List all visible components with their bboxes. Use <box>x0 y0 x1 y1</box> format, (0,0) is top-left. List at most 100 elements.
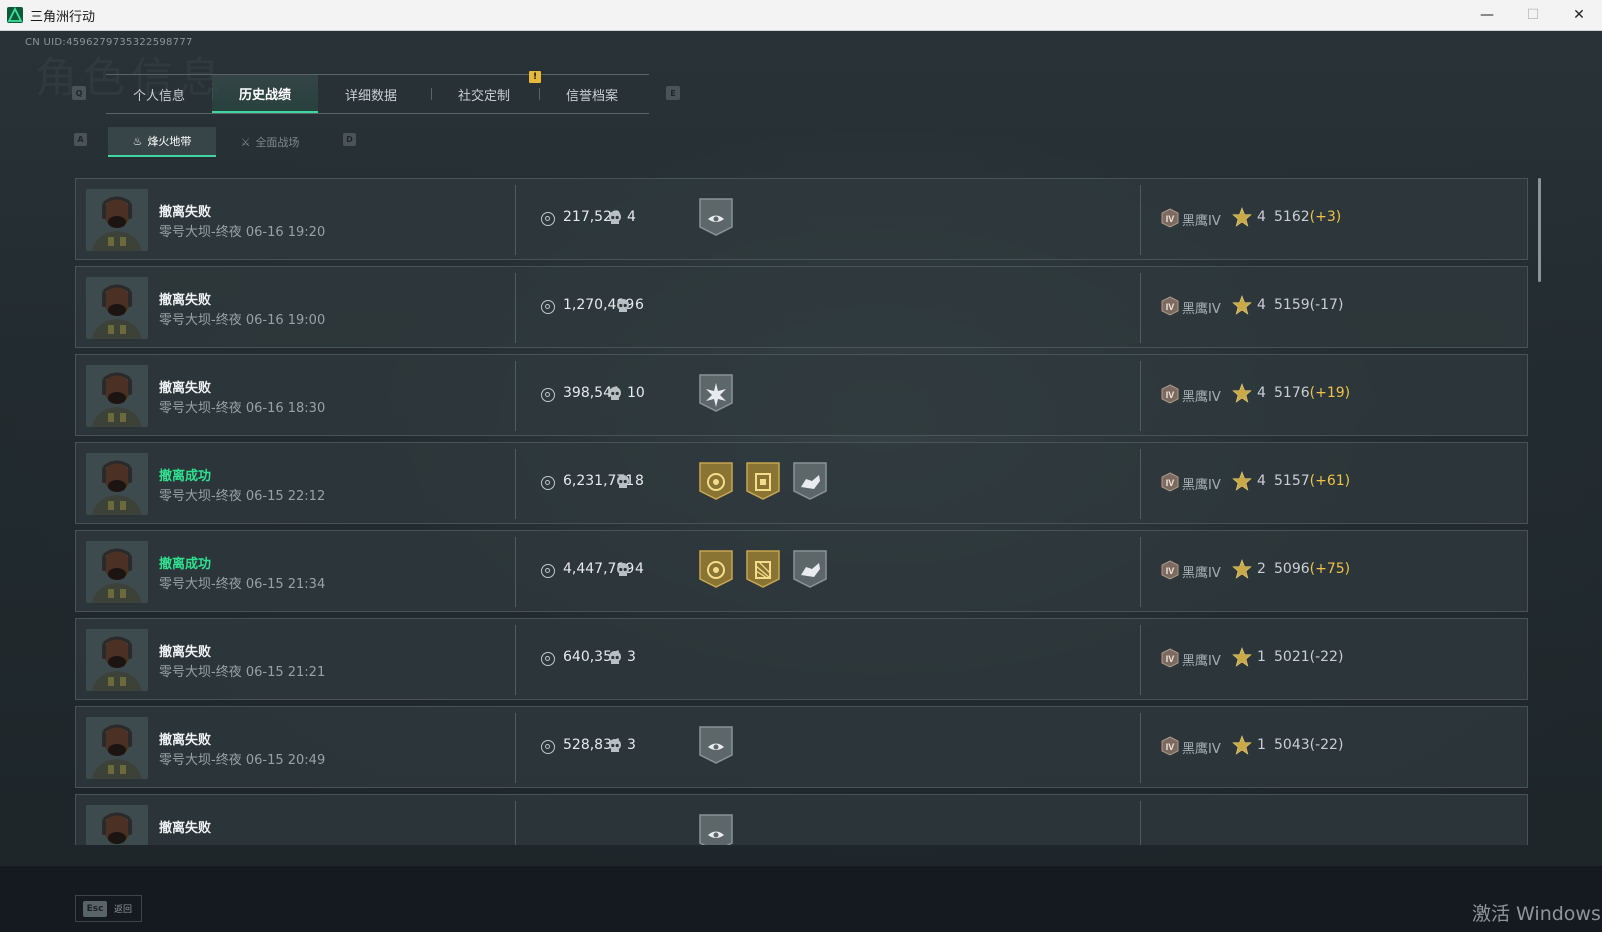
rank-score: 5021(-22) <box>1274 649 1343 665</box>
tab-reputation[interactable]: 信誉档案 <box>539 75 645 113</box>
gray-eye-badge <box>698 725 734 765</box>
match-row[interactable]: 撤离失败 零号大坝-终夜 06-16 19:20 217,523 4 IV 黑鹰… <box>75 178 1528 260</box>
map-name: 零号大坝-终夜 <box>159 665 242 680</box>
rank-emblem-icon: IV <box>1160 472 1180 492</box>
rank-score: 5157(+61) <box>1274 473 1350 489</box>
score-value: 5021 <box>1274 649 1310 665</box>
close-button[interactable]: ✕ <box>1556 0 1602 30</box>
match-row[interactable]: 撤离失败 零号大坝-终夜 06-16 18:30 398,541 10 IV 黑… <box>75 354 1528 436</box>
avatar <box>86 629 148 691</box>
map-and-time: 零号大坝-终夜 06-16 19:20 <box>159 221 325 240</box>
subtab-next-key[interactable]: D <box>343 133 356 146</box>
gray-hand-badge <box>792 461 828 501</box>
row-divider <box>515 713 516 783</box>
star-icon <box>1232 383 1252 403</box>
score-delta: (+75) <box>1309 561 1351 577</box>
svg-text:IV: IV <box>1166 566 1175 576</box>
map-and-time: 零号大坝-终夜 06-16 18:30 <box>159 397 325 416</box>
kill-count: 8 <box>635 473 644 489</box>
rank-name: 黑鹰IV <box>1182 566 1221 581</box>
gold-coin-badge <box>698 549 734 589</box>
match-row[interactable]: 撤离失败 零号大坝-终夜 06-15 21:21 640,354 3 IV 黑鹰… <box>75 618 1528 700</box>
star-count: 4 <box>1257 385 1266 401</box>
title-bar: 三角洲行动 — ☐ ✕ <box>0 0 1602 31</box>
match-row[interactable]: 撤离成功 零号大坝-终夜 06-15 21:34 4,447,789 4 IV … <box>75 530 1528 612</box>
star-count: 2 <box>1257 561 1266 577</box>
match-row[interactable]: 撤离失败 <box>75 794 1528 845</box>
tab-next-key[interactable]: E <box>666 86 680 100</box>
extraction-result: 撤离失败 <box>159 293 212 308</box>
gold-coin-badge <box>698 461 734 501</box>
tab-social-custom[interactable]: 社交定制 <box>431 75 537 113</box>
coin-icon <box>541 476 555 490</box>
back-button[interactable]: Esc 返回 <box>75 895 142 922</box>
row-divider <box>515 185 516 255</box>
rank-emblem-icon: IV <box>1160 296 1180 316</box>
avatar <box>86 365 148 427</box>
star-count: 4 <box>1257 209 1266 225</box>
avatar <box>86 277 148 339</box>
row-divider <box>515 537 516 607</box>
subtab-beacon-zone[interactable]: ♨ 烽火地带 <box>108 127 216 157</box>
gray-hand-badge <box>792 549 828 589</box>
subtab-prev-key[interactable]: A <box>74 133 87 146</box>
rank-name: 黑鹰IV <box>1182 478 1221 493</box>
bottom-bar <box>0 866 1602 932</box>
minimize-button[interactable]: — <box>1464 0 1510 30</box>
rank-score: 5176(+19) <box>1274 385 1350 401</box>
score-value: 5096 <box>1274 561 1310 577</box>
kill-count: 6 <box>635 297 644 313</box>
star-icon <box>1232 471 1252 491</box>
rank-emblem-icon: IV <box>1160 736 1180 756</box>
map-name: 零号大坝-终夜 <box>159 225 242 240</box>
extraction-result: 撤离失败 <box>159 821 212 836</box>
row-divider <box>515 361 516 431</box>
row-divider <box>1140 801 1141 845</box>
game-window: 三角洲行动 — ☐ ✕ CN UID:4596279735322598777 角… <box>0 0 1602 932</box>
tab-personal-info[interactable]: 个人信息 <box>106 75 212 113</box>
kill-count: 3 <box>627 737 636 753</box>
beacon-icon: ♨ <box>132 134 143 148</box>
skull-icon <box>608 650 622 666</box>
svg-text:IV: IV <box>1166 302 1175 312</box>
row-divider <box>1140 537 1141 607</box>
score-value: 5176 <box>1274 385 1310 401</box>
score-value: 5157 <box>1274 473 1310 489</box>
score-value: 5159 <box>1274 297 1310 313</box>
app-logo-icon <box>7 7 23 23</box>
score-delta: (+3) <box>1309 209 1342 225</box>
match-time: 06-15 20:49 <box>245 753 326 768</box>
skull-icon <box>616 298 630 314</box>
maximize-button[interactable]: ☐ <box>1510 0 1556 30</box>
list-scrollbar[interactable] <box>1538 178 1541 282</box>
match-time: 06-15 22:12 <box>245 489 326 504</box>
back-label: 返回 <box>114 905 133 915</box>
extraction-result: 撤离成功 <box>159 469 212 484</box>
match-row[interactable]: 撤离失败 零号大坝-终夜 06-16 19:00 1,270,489 6 IV … <box>75 266 1528 348</box>
avatar <box>86 453 148 515</box>
svg-text:IV: IV <box>1166 390 1175 400</box>
row-divider <box>515 273 516 343</box>
rank-score: 5096(+75) <box>1274 561 1350 577</box>
extraction-result: 撤离失败 <box>159 205 212 220</box>
kill-count: 4 <box>627 209 636 225</box>
tab-match-history[interactable]: 历史战绩 <box>212 75 318 113</box>
alert-badge: ! <box>529 71 541 83</box>
match-row[interactable]: 撤离成功 零号大坝-终夜 06-15 22:12 6,231,771 8 IV … <box>75 442 1528 524</box>
match-row[interactable]: 撤离失败 零号大坝-终夜 06-15 20:49 528,834 3 IV 黑鹰… <box>75 706 1528 788</box>
score-delta: (-22) <box>1309 737 1344 753</box>
subtab-label: 全面战场 <box>255 136 300 149</box>
skull-icon <box>616 562 630 578</box>
skull-icon <box>608 386 622 402</box>
avatar <box>86 805 148 845</box>
map-and-time: 零号大坝-终夜 06-15 22:12 <box>159 485 325 504</box>
tab-prev-key[interactable]: Q <box>72 86 86 100</box>
map-and-time: 零号大坝-终夜 06-16 19:00 <box>159 309 325 328</box>
row-divider <box>515 801 516 845</box>
row-divider <box>1140 273 1141 343</box>
subtab-full-battlefield[interactable]: ⚔ 全面战场 <box>216 127 324 157</box>
tab-detailed-data[interactable]: 详细数据 <box>318 75 424 113</box>
rank-score: 5162(+3) <box>1274 209 1341 225</box>
match-history-list[interactable]: 撤离失败 零号大坝-终夜 06-16 19:20 217,523 4 IV 黑鹰… <box>75 178 1528 845</box>
score-value: 5162 <box>1274 209 1310 225</box>
